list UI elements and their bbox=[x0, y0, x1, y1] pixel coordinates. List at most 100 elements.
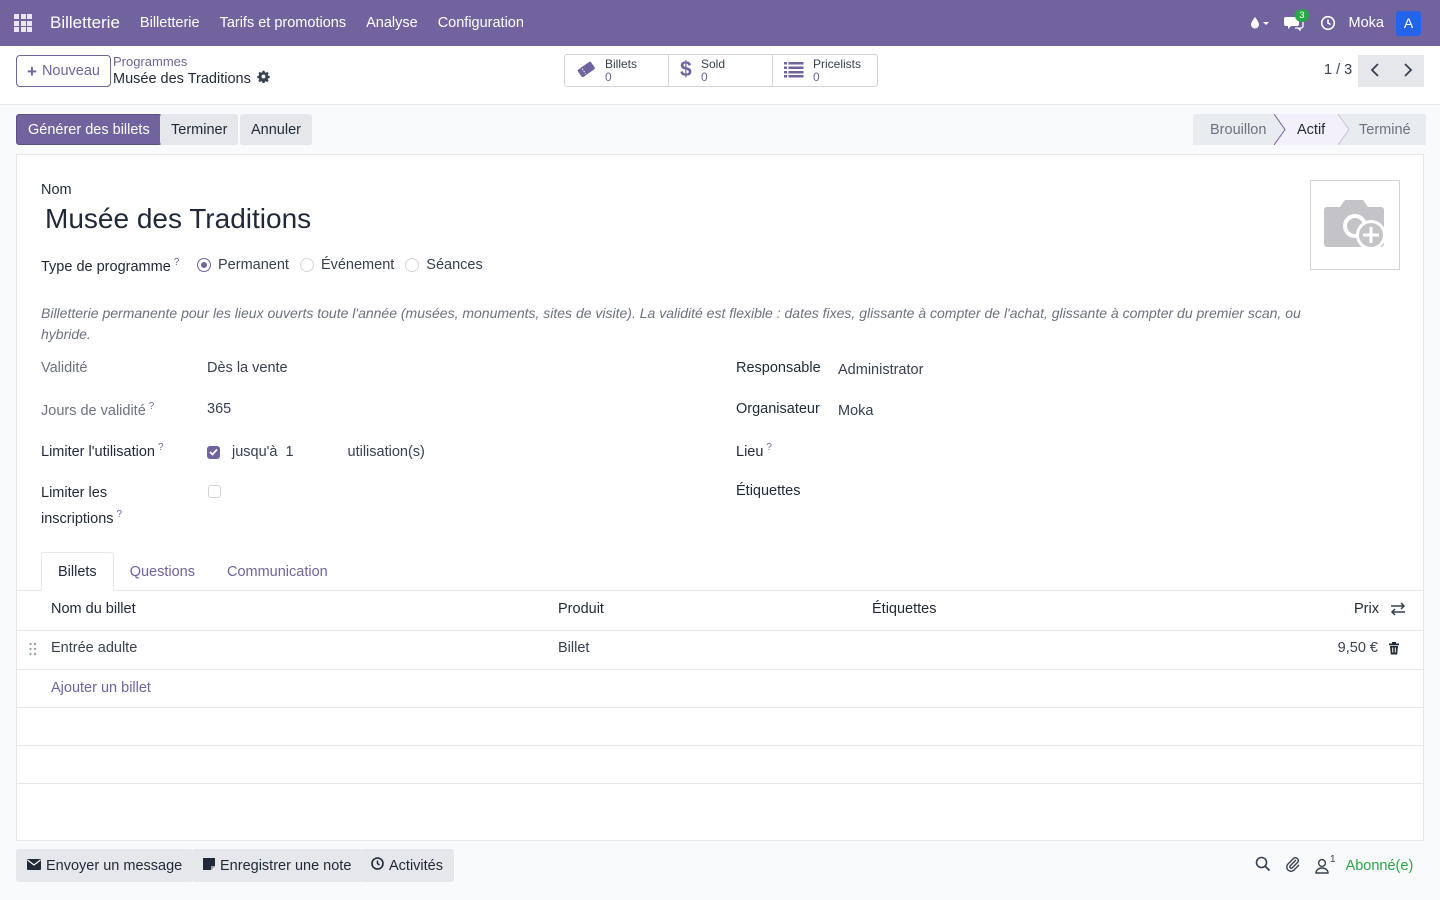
list-icon bbox=[783, 60, 805, 81]
tab-questions[interactable]: Questions bbox=[114, 552, 211, 591]
tab-communication[interactable]: Communication bbox=[211, 552, 344, 591]
followers-icon[interactable]: 1 bbox=[1315, 854, 1336, 874]
smart-buttons: Billets 0 $ Sold 0 Pricelists 0 bbox=[564, 54, 878, 87]
tab-billets[interactable]: Billets bbox=[41, 552, 114, 591]
add-ticket-link[interactable]: Ajouter un billet bbox=[51, 680, 151, 696]
messaging-icon[interactable]: 3 bbox=[1277, 0, 1311, 46]
stat-sold-button[interactable]: $ Sold 0 bbox=[669, 55, 773, 86]
program-type-radios: Permanent Événement Séances bbox=[197, 257, 483, 273]
row-product[interactable]: Billet bbox=[558, 640, 589, 656]
limit-registrations-checkbox[interactable] bbox=[208, 485, 221, 498]
generate-tickets-button[interactable]: Générer des billets bbox=[16, 114, 162, 145]
limit-usage-help-icon[interactable]: ? bbox=[158, 442, 164, 453]
optional-columns-icon[interactable] bbox=[1390, 602, 1406, 619]
debug-droplet-icon[interactable] bbox=[1243, 0, 1277, 46]
program-type-label: Type de programme? bbox=[41, 257, 179, 275]
envelope-icon bbox=[27, 858, 41, 874]
limit-registrations-help-icon[interactable]: ? bbox=[117, 509, 123, 520]
radio-permanent-label[interactable]: Permanent bbox=[218, 257, 289, 273]
column-tags[interactable]: Étiquettes bbox=[872, 601, 937, 617]
state-actif[interactable]: Actif bbox=[1286, 114, 1338, 145]
name-label: Nom bbox=[41, 182, 72, 198]
state-arrow-1 bbox=[1274, 114, 1286, 145]
pager-value[interactable]: 1 / 3 bbox=[1324, 62, 1352, 78]
column-ticket-name[interactable]: Nom du billet bbox=[51, 601, 136, 617]
stat-billets-label: Billets bbox=[605, 56, 638, 71]
menu-tarifs-promotions[interactable]: Tarifs et promotions bbox=[210, 15, 357, 31]
row-ticket-name[interactable]: Entrée adulte bbox=[51, 640, 137, 656]
responsible-select[interactable]: Administrator bbox=[838, 362, 923, 378]
radio-seances[interactable] bbox=[405, 258, 420, 272]
row-price[interactable]: 9,50 € bbox=[1307, 640, 1378, 656]
paperclip-icon[interactable] bbox=[1285, 856, 1301, 875]
column-product[interactable]: Produit bbox=[558, 601, 604, 617]
menu-configuration[interactable]: Configuration bbox=[428, 15, 534, 31]
stat-sold-value: 0 bbox=[701, 69, 708, 84]
new-button[interactable]: + Nouveau bbox=[16, 55, 111, 87]
clock-icon bbox=[371, 857, 384, 874]
radio-evenement-label[interactable]: Événement bbox=[321, 257, 394, 273]
place-input[interactable] bbox=[838, 442, 1398, 464]
validity-days-input[interactable]: 365 bbox=[207, 401, 231, 417]
validity-select[interactable]: Dès la vente bbox=[207, 360, 288, 376]
image-upload[interactable] bbox=[1310, 180, 1400, 270]
company-switcher[interactable]: Moka bbox=[1345, 15, 1394, 31]
tags-input[interactable] bbox=[838, 483, 1398, 505]
user-avatar[interactable]: A bbox=[1396, 10, 1421, 36]
pager-next-button[interactable] bbox=[1391, 55, 1424, 87]
validity-days-help-icon[interactable]: ? bbox=[149, 401, 155, 412]
empty-row-divider-2 bbox=[17, 745, 1423, 746]
limit-usage-checkbox[interactable] bbox=[207, 445, 220, 459]
ticket-icon bbox=[575, 59, 597, 82]
organizer-label: Organisateur bbox=[736, 401, 820, 417]
pager-previous-button[interactable] bbox=[1358, 55, 1391, 87]
validity-label: Validité bbox=[41, 360, 88, 376]
new-button-label: Nouveau bbox=[41, 63, 100, 79]
column-price[interactable]: Prix bbox=[1354, 601, 1379, 617]
finish-button[interactable]: Terminer bbox=[160, 114, 239, 145]
cancel-button[interactable]: Annuler bbox=[240, 114, 312, 145]
state-brouillon[interactable]: Brouillon bbox=[1193, 114, 1274, 145]
radio-seances-label[interactable]: Séances bbox=[426, 257, 482, 273]
menu-billetterie[interactable]: Billetterie bbox=[130, 15, 210, 31]
follow-status-button[interactable]: Abonné(e) bbox=[1346, 858, 1414, 874]
check-icon bbox=[209, 448, 218, 456]
send-message-label: Envoyer un message bbox=[46, 857, 183, 874]
top-navbar: Billetterie Billetterie Tarifs et promot… bbox=[0, 0, 1440, 46]
status-pipeline: Brouillon Actif Terminé bbox=[1193, 114, 1426, 145]
trash-icon[interactable] bbox=[1388, 642, 1400, 658]
organizer-select[interactable]: Moka bbox=[838, 403, 873, 419]
log-note-button[interactable]: Enregistrer une note bbox=[192, 849, 363, 882]
camera-add-icon bbox=[1319, 193, 1391, 258]
radio-permanent[interactable] bbox=[197, 258, 211, 272]
breadcrumb-current: Musée des Traditions bbox=[113, 70, 270, 87]
validity-days-label: Jours de validité? bbox=[41, 401, 154, 419]
search-icon[interactable] bbox=[1255, 856, 1271, 875]
validity-days-label-text: Jours de validité bbox=[41, 402, 146, 419]
activities-label: Activités bbox=[389, 857, 443, 874]
systray: 3 Moka A bbox=[1243, 0, 1440, 46]
program-type-help-icon[interactable]: ? bbox=[174, 257, 180, 268]
name-input[interactable]: Musée des Traditions bbox=[45, 203, 311, 235]
limit-usage-count-input[interactable]: 1 bbox=[286, 444, 348, 460]
chevron-left-icon bbox=[1370, 62, 1380, 80]
apps-menu-icon[interactable] bbox=[0, 0, 46, 46]
send-message-button[interactable]: Envoyer un message bbox=[16, 849, 194, 882]
breadcrumb-parent[interactable]: Programmes bbox=[113, 54, 187, 69]
plus-icon: + bbox=[27, 61, 37, 81]
menu-analyse[interactable]: Analyse bbox=[356, 15, 428, 31]
stat-billets-value: 0 bbox=[605, 69, 612, 84]
activity-clock-icon[interactable] bbox=[1311, 0, 1345, 46]
messages-badge: 3 bbox=[1295, 9, 1309, 22]
place-help-icon[interactable]: ? bbox=[766, 442, 772, 453]
drag-handle-icon[interactable] bbox=[28, 642, 38, 659]
gear-icon[interactable] bbox=[257, 70, 270, 87]
radio-evenement[interactable] bbox=[299, 258, 314, 272]
activities-button[interactable]: Activités bbox=[360, 849, 454, 882]
stat-billets-button[interactable]: Billets 0 bbox=[565, 55, 669, 86]
stat-pricelists-button[interactable]: Pricelists 0 bbox=[773, 55, 877, 86]
app-name[interactable]: Billetterie bbox=[46, 13, 130, 33]
place-label-text: Lieu bbox=[736, 443, 764, 460]
state-termine[interactable]: Terminé bbox=[1350, 114, 1426, 145]
responsible-label: Responsable bbox=[736, 360, 821, 376]
